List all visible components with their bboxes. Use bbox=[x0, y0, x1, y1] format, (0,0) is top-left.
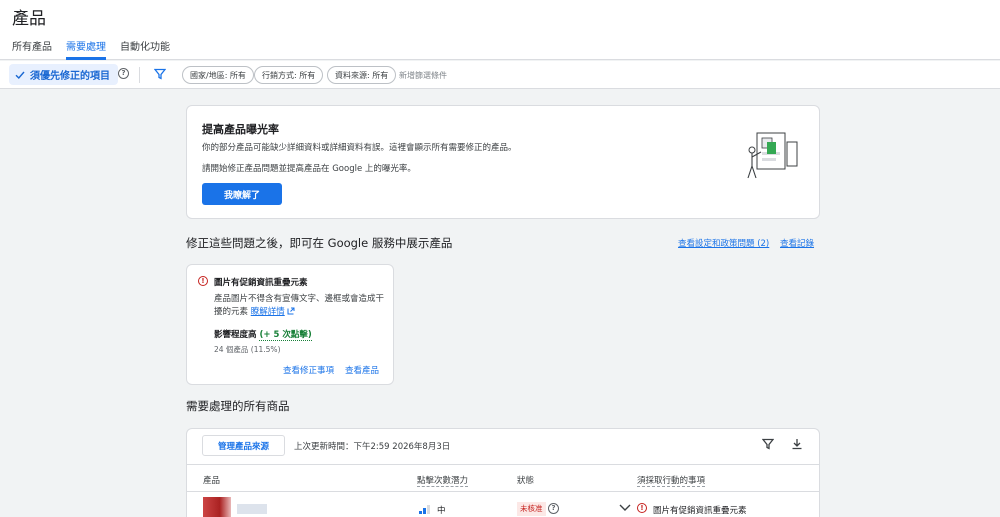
page-title: 產品 bbox=[12, 9, 46, 29]
table-row[interactable]: 中 未核准 ? ! 圖片有促銷資訊重疊元素 bbox=[187, 493, 819, 517]
external-link-icon[interactable] bbox=[287, 307, 295, 315]
got-it-button[interactable]: 我瞭解了 bbox=[202, 183, 282, 205]
manage-sources-button[interactable]: 管理產品來源 bbox=[202, 435, 285, 456]
column-header-click-potential[interactable]: 點擊次數潛力 bbox=[417, 474, 469, 487]
issue-description-text: 產品圖片不得含有宣傳文字、邊框或會造成干擾的元素 bbox=[214, 294, 385, 317]
priority-fix-chip[interactable]: 須優先修正的項目 bbox=[9, 64, 118, 85]
tab-automation[interactable]: 自動化功能 bbox=[120, 38, 170, 60]
row-error-icon: ! bbox=[637, 503, 647, 513]
impact-level: 影響程度高 (+ 5 次點擊) bbox=[214, 328, 312, 341]
tab-needs-attention[interactable]: 需要處理 bbox=[66, 38, 106, 60]
promo-description: 你的部分產品可能缺少詳細資料或詳細資料有誤。這裡會顯示所有需要修正的產品。 bbox=[202, 143, 517, 153]
filter-bar: 須優先修正的項目 ? 國家/地區: 所有 行銷方式: 所有 資料來源: 所有 新… bbox=[0, 61, 1000, 89]
promo-subtext: 請開始修正產品問題並提高產品在 Google 上的曝光率。 bbox=[202, 164, 416, 174]
download-icon[interactable] bbox=[791, 438, 803, 450]
filter-chip-country[interactable]: 國家/地區: 所有 bbox=[182, 66, 254, 84]
signal-bars-icon bbox=[419, 505, 430, 514]
impact-value[interactable]: (+ 5 次點擊) bbox=[259, 330, 312, 341]
issue-card: ! 圖片有促銷資訊重疊元素 產品圖片不得含有宣傳文字、邊框或會造成干擾的元素 瞭… bbox=[186, 264, 394, 385]
table-header-row: 產品 點擊次數潛力 狀態 須採取行動的事項 bbox=[187, 464, 819, 492]
products-table-card: 管理產品來源 上次更新時間：下午2:59 2026年8月3日 產品 點擊次數潛力… bbox=[186, 428, 820, 517]
view-history-link[interactable]: 查看記錄 bbox=[780, 237, 814, 249]
status-badge: 未核准 bbox=[517, 502, 546, 516]
check-icon bbox=[15, 71, 25, 79]
table-filter-icon[interactable] bbox=[762, 438, 774, 450]
filter-icon[interactable] bbox=[154, 68, 166, 80]
learn-more-link[interactable]: 瞭解詳情 bbox=[251, 307, 285, 317]
last-updated-text: 上次更新時間：下午2:59 2026年8月3日 bbox=[294, 442, 451, 452]
visibility-promo-card: 提高產品曝光率 你的部分產品可能缺少詳細資料或詳細資料有誤。這裡會顯示所有需要修… bbox=[186, 105, 820, 219]
click-potential-value: 中 bbox=[437, 506, 446, 516]
issue-description: 產品圖片不得含有宣傳文字、邊框或會造成干擾的元素 瞭解詳情 bbox=[214, 293, 389, 318]
promo-title: 提高產品曝光率 bbox=[202, 123, 279, 136]
row-action-text: 圖片有促銷資訊重疊元素 bbox=[653, 506, 747, 516]
issues-section-title: 修正這些問題之後，即可在 Google 服務中展示產品 bbox=[186, 236, 453, 250]
priority-fix-label: 須優先修正的項目 bbox=[30, 71, 110, 82]
policy-issues-link[interactable]: 查看設定和政策問題 (2) bbox=[678, 237, 769, 249]
tab-all-products[interactable]: 所有產品 bbox=[12, 38, 52, 60]
view-fixes-link[interactable]: 查看修正事項 bbox=[283, 364, 334, 376]
error-icon: ! bbox=[198, 276, 208, 286]
promo-illustration-icon bbox=[747, 132, 798, 179]
divider bbox=[139, 67, 140, 83]
view-products-link[interactable]: 查看產品 bbox=[345, 364, 379, 376]
affected-products-count: 24 個產品 (11.5%) bbox=[214, 345, 281, 354]
issue-title: 圖片有促銷資訊重疊元素 bbox=[214, 278, 308, 288]
help-icon[interactable]: ? bbox=[118, 68, 129, 79]
product-thumbnail bbox=[203, 497, 231, 517]
top-bar: 產品 所有產品 需要處理 自動化功能 bbox=[0, 0, 1000, 60]
column-header-actions[interactable]: 須採取行動的事項 bbox=[637, 474, 706, 487]
impact-label: 影響程度高 bbox=[214, 330, 257, 340]
column-header-status: 狀態 bbox=[517, 476, 535, 486]
column-header-product: 產品 bbox=[203, 476, 221, 486]
add-filter-link[interactable]: 新增篩選條件 bbox=[399, 70, 447, 81]
products-section-title: 需要處理的所有商品 bbox=[186, 399, 290, 413]
filter-chip-source[interactable]: 資料來源: 所有 bbox=[327, 66, 397, 84]
chevron-down-icon[interactable] bbox=[619, 503, 631, 512]
filter-chip-marketing[interactable]: 行銷方式: 所有 bbox=[254, 66, 324, 84]
status-help-icon[interactable]: ? bbox=[548, 503, 559, 514]
product-name-blurred bbox=[237, 504, 267, 514]
